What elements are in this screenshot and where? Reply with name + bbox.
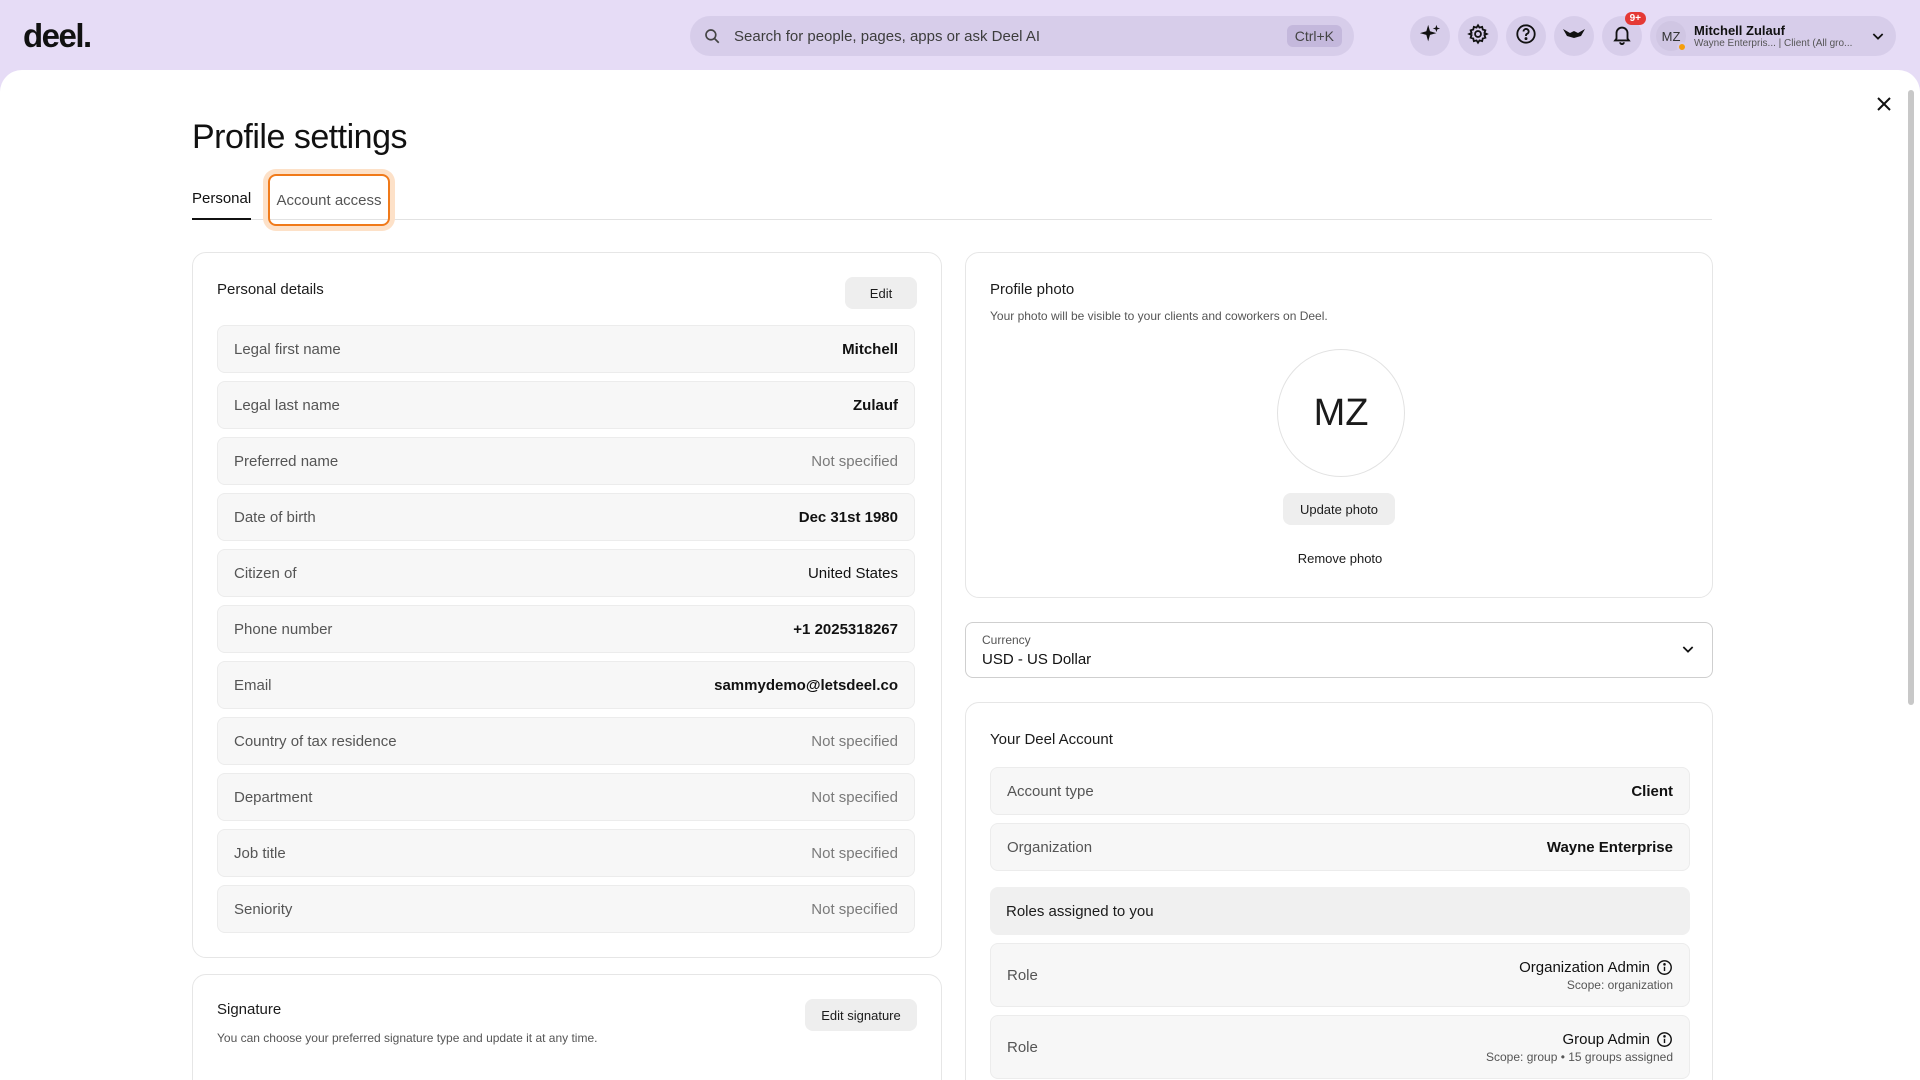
search-icon [702, 26, 722, 46]
detail-row-preferred-name: Preferred name Not specified [217, 437, 915, 485]
help-button[interactable] [1506, 16, 1546, 56]
bird-icon [1562, 23, 1586, 50]
detail-row-tax-residence: Country of tax residence Not specified [217, 717, 915, 765]
close-icon [1875, 95, 1893, 118]
info-icon[interactable] [1656, 1031, 1673, 1048]
organization-row: Organization Wayne Enterprise [990, 823, 1690, 871]
detail-row-seniority: Seniority Not specified [217, 885, 915, 933]
profile-photo-title: Profile photo [990, 281, 1075, 298]
scrollbar[interactable] [1908, 90, 1914, 705]
signature-description: You can choose your preferred signature … [217, 1031, 598, 1045]
top-bar: deel. Search for people, pages, apps or … [0, 0, 1920, 70]
role-row-organization-admin: Role Organization Admin Scope: organizat… [990, 943, 1690, 1007]
sparkle-icon [1419, 23, 1441, 50]
chevron-down-icon [1680, 641, 1696, 662]
notifications-button[interactable]: 9+ [1602, 12, 1646, 56]
edit-signature-button[interactable]: Edit signature [805, 999, 917, 1031]
apps-button[interactable] [1554, 16, 1594, 56]
profile-settings-panel: Profile settings Personal Account access… [0, 70, 1920, 1080]
currency-value: USD - US Dollar [982, 651, 1092, 668]
search-input[interactable]: Search for people, pages, apps or ask De… [734, 28, 1287, 45]
page-title: Profile settings [192, 118, 408, 156]
close-button[interactable] [1872, 94, 1896, 118]
settings-button[interactable] [1458, 16, 1498, 56]
deel-account-title: Your Deel Account [990, 731, 1113, 748]
avatar-initials: MZ [1661, 28, 1681, 44]
deel-ai-button[interactable] [1410, 16, 1450, 56]
search-shortcut-hint: Ctrl+K [1286, 25, 1342, 47]
user-menu[interactable]: MZ Mitchell Zulauf Wayne Enterpris... | … [1650, 16, 1896, 56]
remove-photo-button[interactable]: Remove photo [966, 551, 1714, 566]
detail-row-phone-number: Phone number +1 2025318267 [217, 605, 915, 653]
account-type-row: Account type Client [990, 767, 1690, 815]
detail-row-department: Department Not specified [217, 773, 915, 821]
user-org-line: Wayne Enterpris... | Client (All gro... [1694, 38, 1853, 49]
tab-personal[interactable]: Personal [192, 178, 252, 220]
signature-title: Signature [217, 1001, 282, 1018]
role-scope: Scope: group • 15 groups assigned [1486, 1049, 1673, 1064]
help-circle-icon [1515, 23, 1537, 50]
update-photo-button[interactable]: Update photo [1283, 493, 1395, 525]
detail-row-email: Email sammydemo@letsdeel.co [217, 661, 915, 709]
detail-row-job-title: Job title Not specified [217, 829, 915, 877]
currency-select[interactable]: Currency USD - US Dollar [965, 622, 1713, 678]
detail-row-citizen-of: Citizen of United States [217, 549, 915, 597]
detail-row-legal-last-name: Legal last name Zulauf [217, 381, 915, 429]
profile-photo-description: Your photo will be visible to your clien… [990, 309, 1328, 323]
info-icon[interactable] [1656, 959, 1673, 976]
profile-avatar[interactable]: MZ [1277, 349, 1405, 477]
currency-label: Currency [982, 633, 1031, 647]
gear-icon [1467, 23, 1489, 50]
global-search[interactable]: Search for people, pages, apps or ask De… [690, 16, 1354, 56]
role-name: Organization Admin [1519, 958, 1650, 976]
tab-bar: Personal Account access [192, 174, 1712, 226]
chevron-down-icon [1870, 28, 1886, 44]
role-name: Group Admin [1562, 1030, 1650, 1048]
tab-account-access[interactable]: Account access [268, 174, 390, 226]
personal-details-card: Personal details Edit Legal first name M… [192, 252, 942, 958]
personal-details-title: Personal details [217, 281, 324, 298]
role-scope: Scope: organization [1566, 977, 1673, 992]
roles-heading: Roles assigned to you [990, 887, 1690, 935]
signature-card: Signature Edit signature You can choose … [192, 974, 942, 1080]
deel-account-card: Your Deel Account Account type Client Or… [965, 702, 1713, 1080]
profile-photo-card: Profile photo Your photo will be visible… [965, 252, 1713, 598]
deel-logo[interactable]: deel. [23, 17, 92, 55]
user-name: Mitchell Zulauf [1694, 23, 1785, 38]
notifications-badge: 9+ [1624, 12, 1646, 25]
bell-icon [1611, 23, 1633, 50]
status-dot [1677, 42, 1687, 52]
avatar: MZ [1656, 21, 1687, 52]
role-row-group-admin: Role Group Admin Scope: group • 15 group… [990, 1015, 1690, 1079]
detail-row-date-of-birth: Date of birth Dec 31st 1980 [217, 493, 915, 541]
edit-personal-details-button[interactable]: Edit [845, 277, 917, 309]
detail-row-legal-first-name: Legal first name Mitchell [217, 325, 915, 373]
